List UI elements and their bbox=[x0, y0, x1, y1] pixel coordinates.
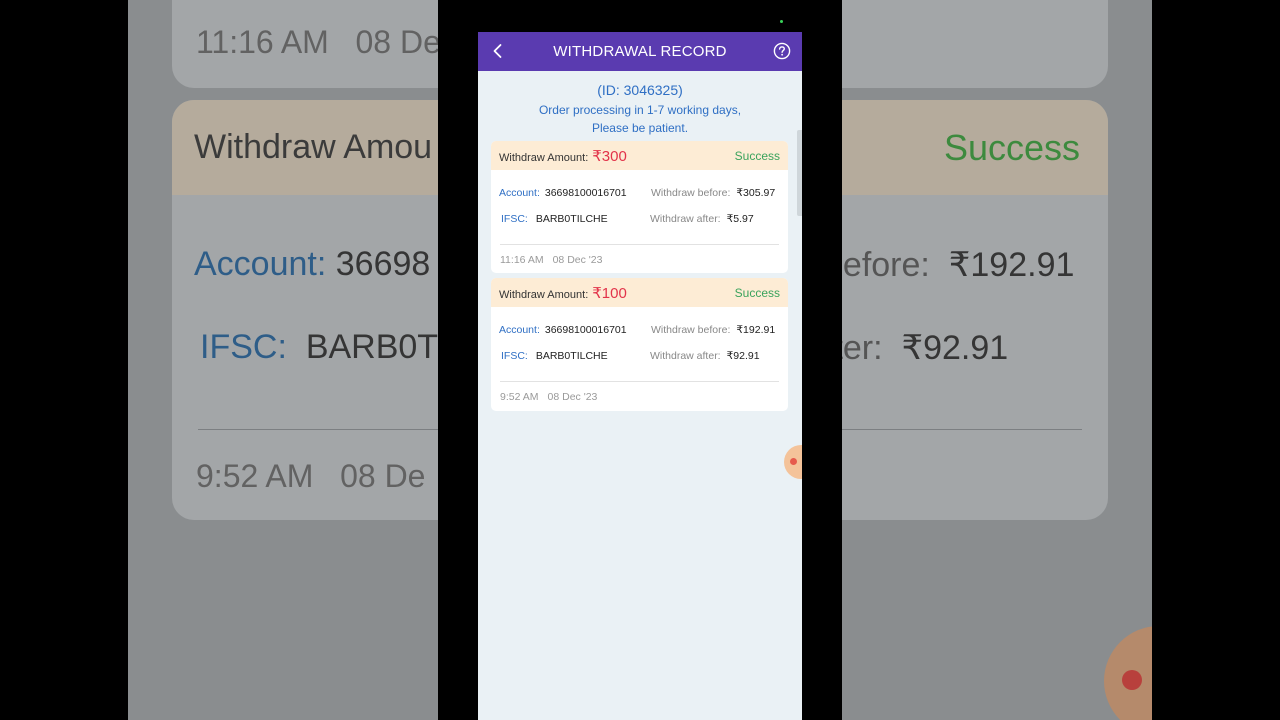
account-number: 36698100016701 bbox=[544, 324, 627, 336]
record-date: 08 Dec '23 bbox=[547, 391, 598, 403]
camera-dot bbox=[780, 20, 783, 23]
record-time: 11:16 AM bbox=[500, 254, 544, 266]
ifsc-code: BARB0TILCHE bbox=[535, 213, 608, 225]
withdrawal-record-card[interactable]: Withdraw Amount: ₹300 Success Account: 366… bbox=[491, 141, 788, 273]
amount-group: Withdraw Amount: ₹100 bbox=[499, 284, 627, 302]
withdraw-after-value: ₹92.91 bbox=[726, 350, 760, 362]
ifsc-label: IFSC: bbox=[501, 350, 528, 362]
ifsc-row: IFSC: BARB0TILCHE bbox=[501, 350, 608, 362]
bg-timestamp: 9:52 AM 08 De bbox=[196, 458, 426, 494]
ifsc-label: IFSC: bbox=[501, 213, 528, 225]
account-label: Account: bbox=[499, 187, 540, 199]
record-info: (ID: 3046325) Order processing in 1-7 wo… bbox=[478, 82, 802, 137]
page-title: WITHDRAWAL RECORD bbox=[553, 43, 727, 60]
withdrawal-record-card[interactable]: Withdraw Amount: ₹100 Success Account: 366… bbox=[491, 278, 788, 411]
ifsc-row: IFSC: BARB0TILCHE bbox=[501, 213, 608, 225]
withdraw-after-value: ₹5.97 bbox=[726, 213, 754, 225]
record-divider bbox=[500, 381, 779, 382]
bg-before-row: before: ₹192.91 bbox=[824, 246, 1075, 284]
record-divider bbox=[500, 244, 779, 245]
phone-frame: WITHDRAWAL RECORD (ID: 3046325) Order pr… bbox=[438, 0, 842, 720]
withdraw-before-label: Withdraw before: bbox=[651, 324, 731, 336]
account-row: Account: 36698100016701 bbox=[499, 187, 627, 199]
bg-after-row: fter: ₹92.91 bbox=[824, 329, 1009, 367]
bg-floating-bubble bbox=[1104, 626, 1152, 720]
record-timestamp: 11:16 AM 08 Dec '23 bbox=[500, 254, 602, 266]
processing-note-line1: Order processing in 1-7 working days, bbox=[538, 103, 742, 117]
bg-ifsc-row: IFSC: BARB0TI bbox=[200, 328, 448, 366]
withdraw-after-label: Withdraw after: bbox=[650, 350, 721, 362]
withdraw-before-row: Withdraw before: ₹192.91 bbox=[651, 324, 775, 336]
scrollbar[interactable] bbox=[797, 130, 802, 216]
chevron-left-icon[interactable] bbox=[488, 41, 508, 61]
withdraw-before-value: ₹192.91 bbox=[736, 324, 776, 336]
account-row: Account: 36698100016701 bbox=[499, 324, 627, 336]
bg-account-row: Account: 36698 bbox=[194, 245, 431, 283]
processing-note: Order processing in 1-7 working days, Pl… bbox=[478, 101, 802, 137]
record-timestamp: 9:52 AM 08 Dec '23 bbox=[500, 391, 597, 403]
account-label: Account: bbox=[499, 324, 540, 336]
status-badge: Success bbox=[734, 148, 780, 163]
record-header: Withdraw Amount: ₹100 Success bbox=[491, 278, 788, 307]
amount-value: ₹100 bbox=[592, 284, 627, 302]
withdraw-before-label: Withdraw before: bbox=[651, 187, 731, 199]
question-circle-icon[interactable] bbox=[773, 42, 791, 60]
user-id: (ID: 3046325) bbox=[597, 82, 683, 98]
processing-note-line2: Please be patient. bbox=[591, 121, 689, 135]
ifsc-code: BARB0TILCHE bbox=[535, 350, 608, 362]
record-date: 08 Dec '23 bbox=[552, 254, 603, 266]
status-badge: Success bbox=[734, 285, 780, 300]
bg-top-timestamp: 11:16 AM 08 Dec bbox=[196, 24, 457, 60]
amount-label: Withdraw Amount: bbox=[499, 288, 589, 301]
amount-group: Withdraw Amount: ₹300 bbox=[499, 147, 627, 165]
withdraw-before-row: Withdraw before: ₹305.97 bbox=[651, 187, 775, 199]
withdraw-after-label: Withdraw after: bbox=[650, 213, 721, 225]
floating-action-button[interactable] bbox=[784, 445, 802, 479]
record-header: Withdraw Amount: ₹300 Success bbox=[491, 141, 788, 170]
withdraw-after-row: Withdraw after: ₹92.91 bbox=[650, 350, 760, 362]
withdraw-after-row: Withdraw after: ₹5.97 bbox=[650, 213, 754, 225]
app-header: WITHDRAWAL RECORD bbox=[478, 32, 802, 71]
amount-value: ₹300 bbox=[592, 147, 627, 165]
amount-label: Withdraw Amount: bbox=[499, 151, 589, 164]
app-screen: WITHDRAWAL RECORD (ID: 3046325) Order pr… bbox=[478, 32, 802, 720]
account-number: 36698100016701 bbox=[544, 187, 627, 199]
withdraw-before-value: ₹305.97 bbox=[736, 187, 776, 199]
record-time: 9:52 AM bbox=[500, 391, 539, 403]
